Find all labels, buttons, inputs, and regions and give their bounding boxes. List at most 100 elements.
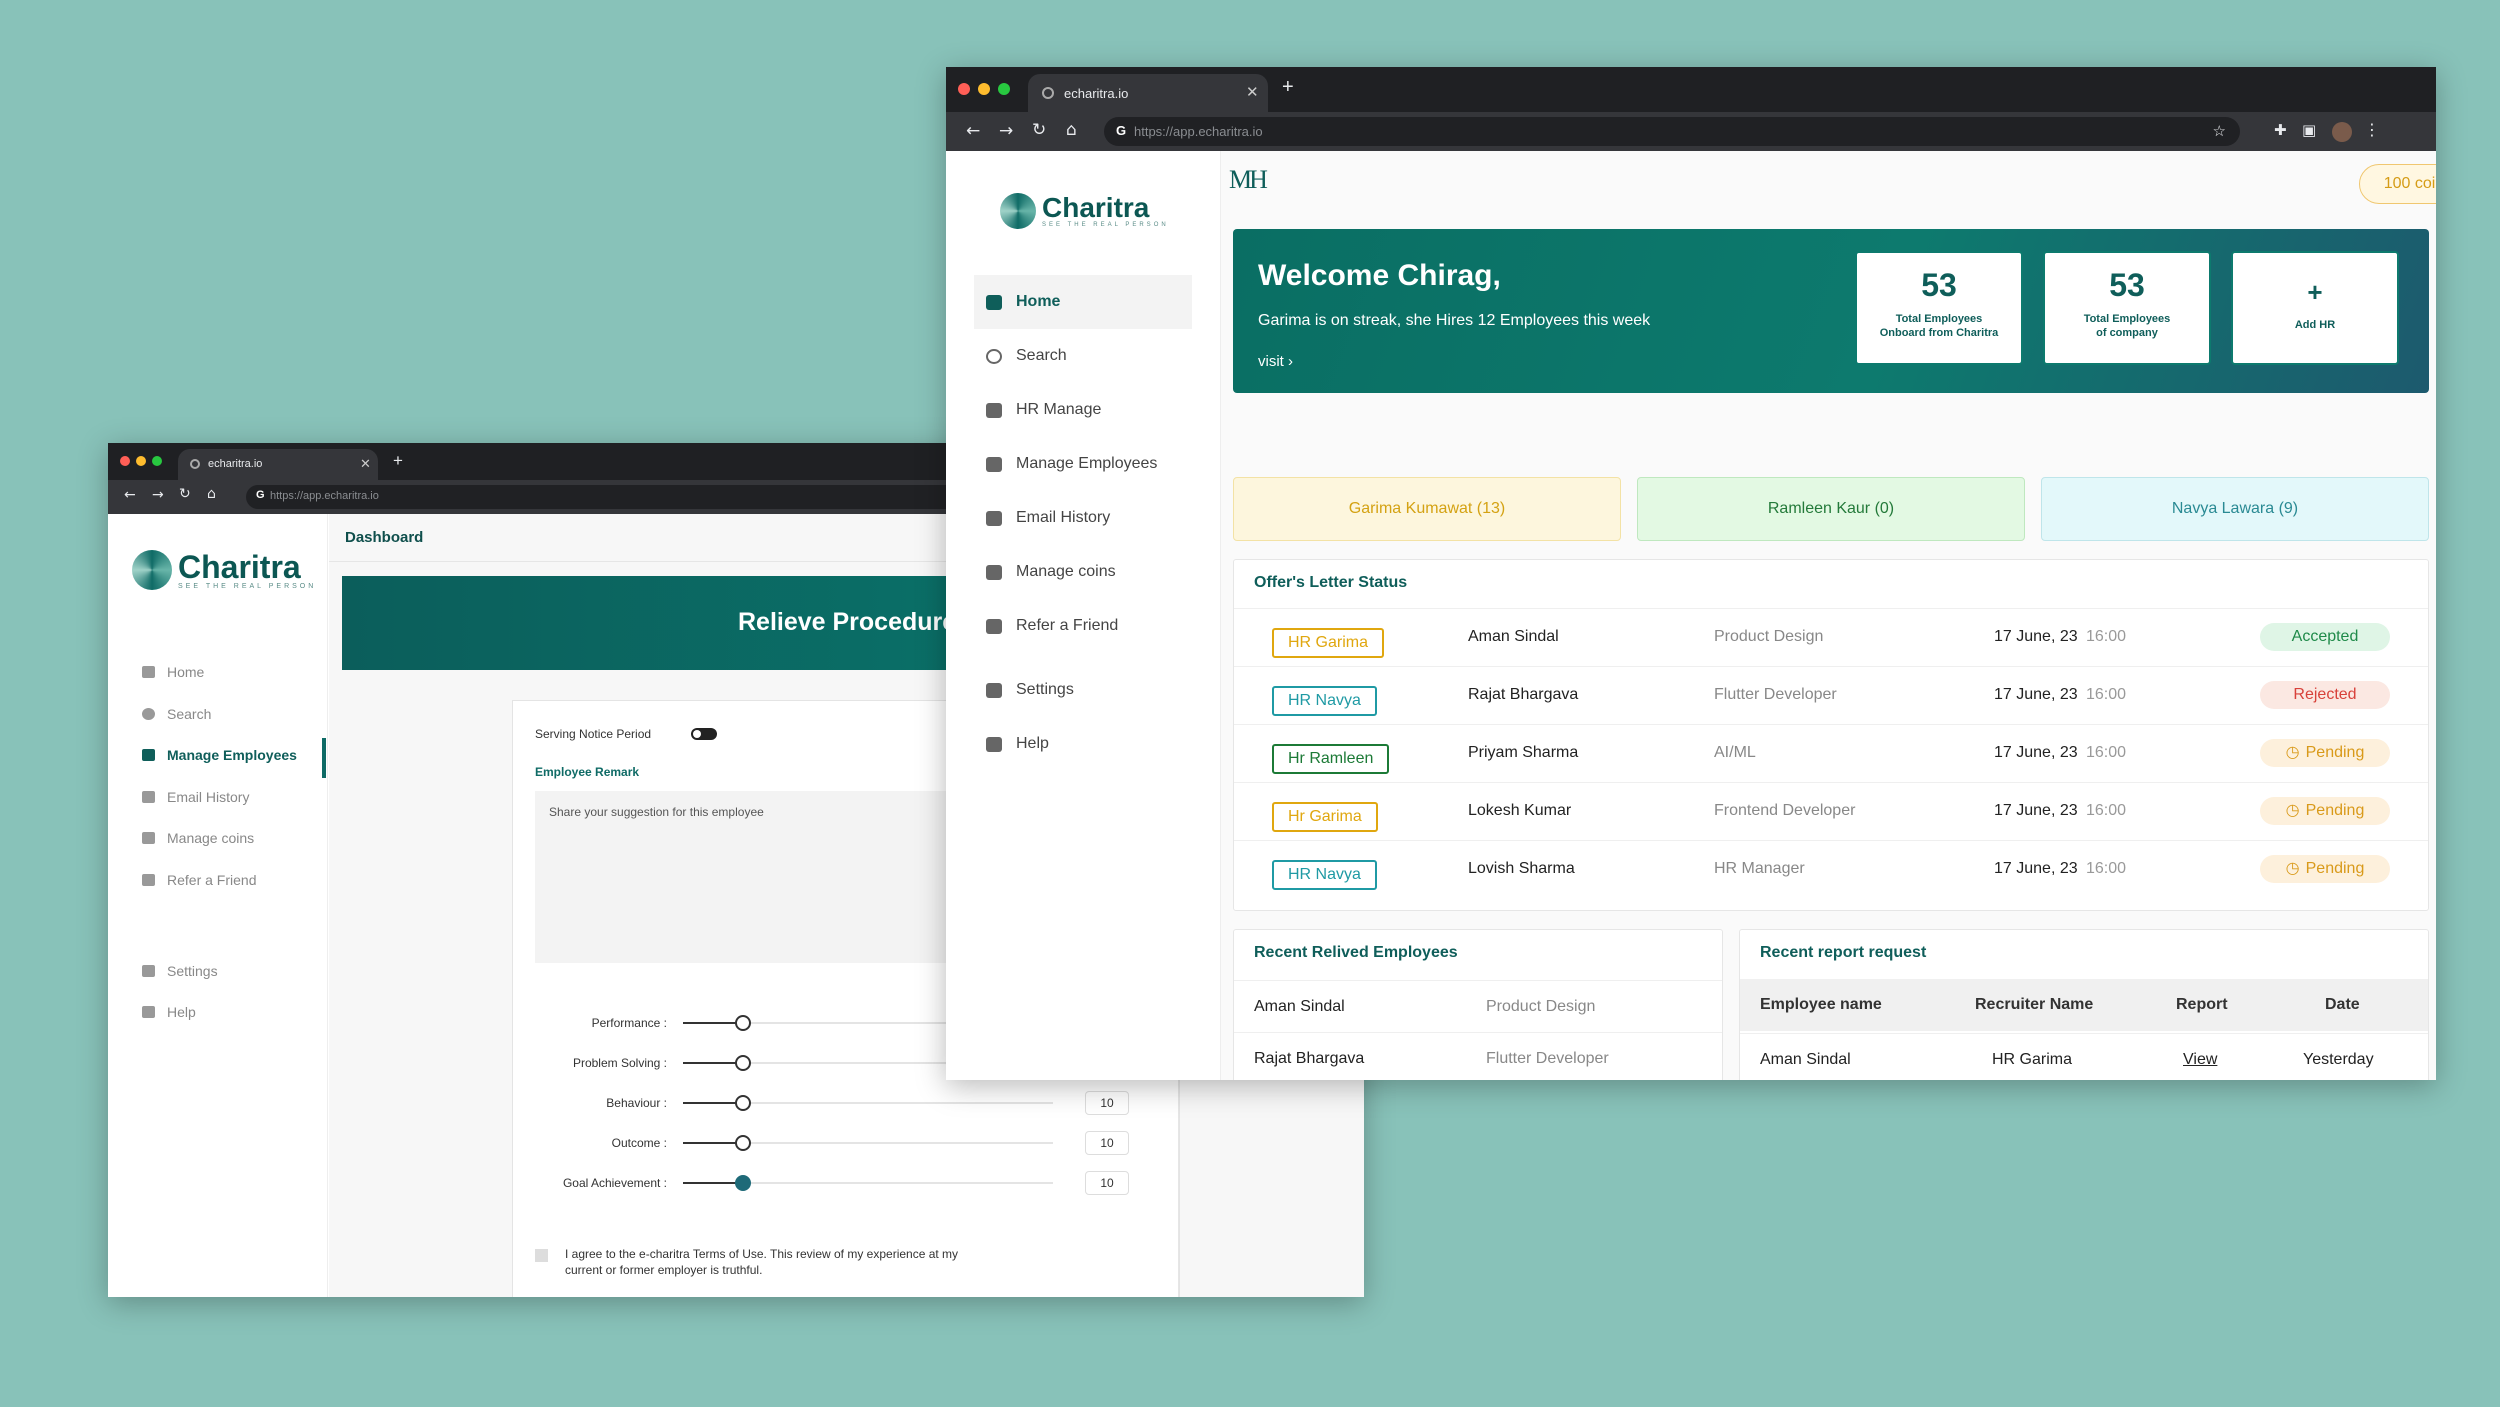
logo-tagline: SEE THE REAL PERSON [1042, 222, 1169, 228]
sidebar-item-manage-employees[interactable]: Manage Employees [142, 747, 297, 763]
offers-card: Offer's Letter Status HR Garima Aman Sind… [1233, 559, 2429, 911]
back-arrow-icon[interactable]: ← [124, 487, 136, 503]
offer-time: 16:00 [2086, 744, 2127, 761]
sidebar-item-search[interactable]: Search [986, 329, 1067, 383]
sidebar-item-email-history[interactable]: Email History [986, 491, 1110, 545]
visit-text: visit [1258, 353, 1284, 370]
sidebar-item-email-history[interactable]: Email History [142, 789, 249, 805]
sidebar-item-label: Manage Employees [1016, 455, 1158, 472]
rating-knob[interactable] [735, 1095, 751, 1111]
rating-value[interactable]: 10 [1085, 1171, 1129, 1195]
agree-checkbox[interactable] [535, 1249, 548, 1262]
maximize-dot[interactable] [998, 83, 1010, 95]
new-tab-icon[interactable]: + [393, 451, 403, 471]
offer-row[interactable]: Hr Ramleen Priyam Sharma AI/ML 17 June, 23 1… [1234, 724, 2428, 782]
hr-tag[interactable]: HR Navya [1272, 686, 1377, 716]
add-hr-button[interactable]: + Add HR [2231, 251, 2399, 365]
rating-knob[interactable] [735, 1135, 751, 1151]
offer-date: 17 June, 23 [1994, 802, 2078, 819]
reload-icon[interactable]: ↻ [1032, 120, 1046, 140]
mail-icon [142, 791, 155, 803]
reports-card: Recent report request Employee name Recr… [1739, 929, 2429, 1080]
reload-icon[interactable]: ↻ [179, 486, 191, 502]
close-tab-icon[interactable]: ✕ [1246, 83, 1259, 101]
sidebar-item-help[interactable]: Help [142, 1004, 196, 1020]
extensions-icon[interactable]: ✚ [2274, 121, 2287, 139]
rating-knob[interactable] [735, 1175, 751, 1191]
tab-strip: echaritra.io ✕ + [946, 67, 2436, 112]
settings-icon [142, 965, 155, 977]
sidebar-item-label: Email History [1016, 509, 1111, 526]
rating-knob[interactable] [735, 1015, 751, 1031]
hr-tag[interactable]: Hr Ramleen [1272, 744, 1390, 774]
sidebar-item-home[interactable]: Home [142, 664, 204, 680]
sidebar-item-settings[interactable]: Settings [142, 963, 218, 979]
home-icon[interactable]: ⌂ [1066, 120, 1077, 140]
hr-tag[interactable]: HR Navya [1272, 860, 1377, 890]
sidebar-item-help[interactable]: Help [986, 717, 1049, 771]
close-dot[interactable] [958, 83, 970, 95]
home-icon[interactable]: ⌂ [207, 486, 216, 502]
more-menu-icon[interactable]: ⋮ [2364, 120, 2380, 139]
agree-text-line: I agree to the e-charitra Terms of Use. … [565, 1247, 959, 1261]
offer-row[interactable]: HR Garima Aman Sindal Product Design 17 Jun… [1234, 608, 2428, 666]
back-arrow-icon[interactable]: ← [966, 121, 980, 141]
status-badge: ◷ Pending [2260, 797, 2390, 825]
hr-chip-garima[interactable]: Garima Kumawat (13) [1233, 477, 1621, 541]
offer-row[interactable]: HR Navya Lovish Sharma HR Manager 17 June, … [1234, 840, 2428, 898]
sidebar-item-refer-friend[interactable]: Refer a Friend [142, 872, 256, 888]
rating-value[interactable]: 10 [1085, 1091, 1129, 1115]
offer-row[interactable]: HR Navya Rajat Bhargava Flutter Developer 1… [1234, 666, 2428, 724]
rating-knob[interactable] [735, 1055, 751, 1071]
sidebar-item-hr-manage[interactable]: HR Manage [986, 383, 1101, 437]
close-tab-icon[interactable]: ✕ [360, 456, 371, 472]
notice-period-toggle[interactable] [691, 728, 717, 740]
hr-tag[interactable]: Hr Garima [1272, 802, 1378, 832]
main-content: MH 100 coins ⌄ Welcome Chirag, Garima is… [1221, 151, 2436, 1080]
sidebar-item-label: Settings [167, 963, 218, 979]
browser-tab[interactable]: echaritra.io ✕ [1028, 74, 1268, 112]
hr-chip-navya[interactable]: Navya Lawara (9) [2041, 477, 2429, 541]
sidepanel-icon[interactable]: ▣ [2302, 121, 2316, 139]
sidebar-item-label: HR Manage [1016, 401, 1102, 418]
offer-time: 16:00 [2086, 802, 2127, 819]
browser-tab[interactable]: echaritra.io ✕ [178, 449, 378, 480]
sidebar-item-manage-coins[interactable]: Manage coins [986, 545, 1116, 599]
profile-avatar[interactable] [2332, 122, 2352, 142]
visit-link[interactable]: visit › [1258, 353, 1293, 370]
offer-date: 17 June, 23 [1994, 860, 2078, 877]
search-icon [986, 348, 1002, 364]
sidebar-item-manage-employees[interactable]: Manage Employees [986, 437, 1157, 491]
close-dot[interactable] [120, 456, 130, 466]
breadcrumb[interactable]: Dashboard [345, 529, 423, 546]
hr-chip-ramleen[interactable]: Ramleen Kaur (0) [1637, 477, 2025, 541]
column-header: Recruiter Name [1975, 996, 2094, 1013]
rating-value[interactable]: 10 [1085, 1131, 1129, 1155]
minimize-dot[interactable] [136, 456, 146, 466]
coins-badge[interactable]: 100 coins [2359, 164, 2436, 204]
forward-arrow-icon[interactable]: → [999, 121, 1013, 141]
sidebar-item-refer-friend[interactable]: Refer a Friend [986, 599, 1118, 653]
forward-arrow-icon[interactable]: → [152, 487, 164, 503]
relieved-row[interactable]: Aman Sindal Product Design [1234, 980, 1722, 1032]
status-badge: ◷ Pending [2260, 855, 2390, 883]
company-logo: MH [1229, 165, 1268, 194]
address-bar[interactable]: G https://app.echaritra.io ☆ [1104, 117, 2240, 146]
sidebar-item-search[interactable]: Search [142, 706, 211, 722]
minimize-dot[interactable] [978, 83, 990, 95]
bookmark-star-icon[interactable]: ☆ [2213, 122, 2226, 140]
favicon-icon [1042, 87, 1054, 99]
relieved-row[interactable]: Rajat Bhargava Flutter Developer [1234, 1032, 1722, 1080]
logo-name: Charitra [1042, 192, 1150, 223]
sidebar-item-home[interactable]: Home [974, 275, 1192, 329]
new-tab-icon[interactable]: + [1282, 76, 1294, 99]
view-report-link[interactable]: View [2183, 1051, 2217, 1069]
mail-icon [986, 510, 1002, 526]
offer-row[interactable]: Hr Garima Lokesh Kumar Frontend Developer 1… [1234, 782, 2428, 840]
sidebar-item-manage-coins[interactable]: Manage coins [142, 830, 254, 846]
maximize-dot[interactable] [152, 456, 162, 466]
status-text: Pending [2305, 860, 2365, 877]
sidebar-item-settings[interactable]: Settings [986, 663, 1074, 717]
status-text: Pending [2305, 802, 2365, 819]
hr-tag[interactable]: HR Garima [1272, 628, 1385, 658]
